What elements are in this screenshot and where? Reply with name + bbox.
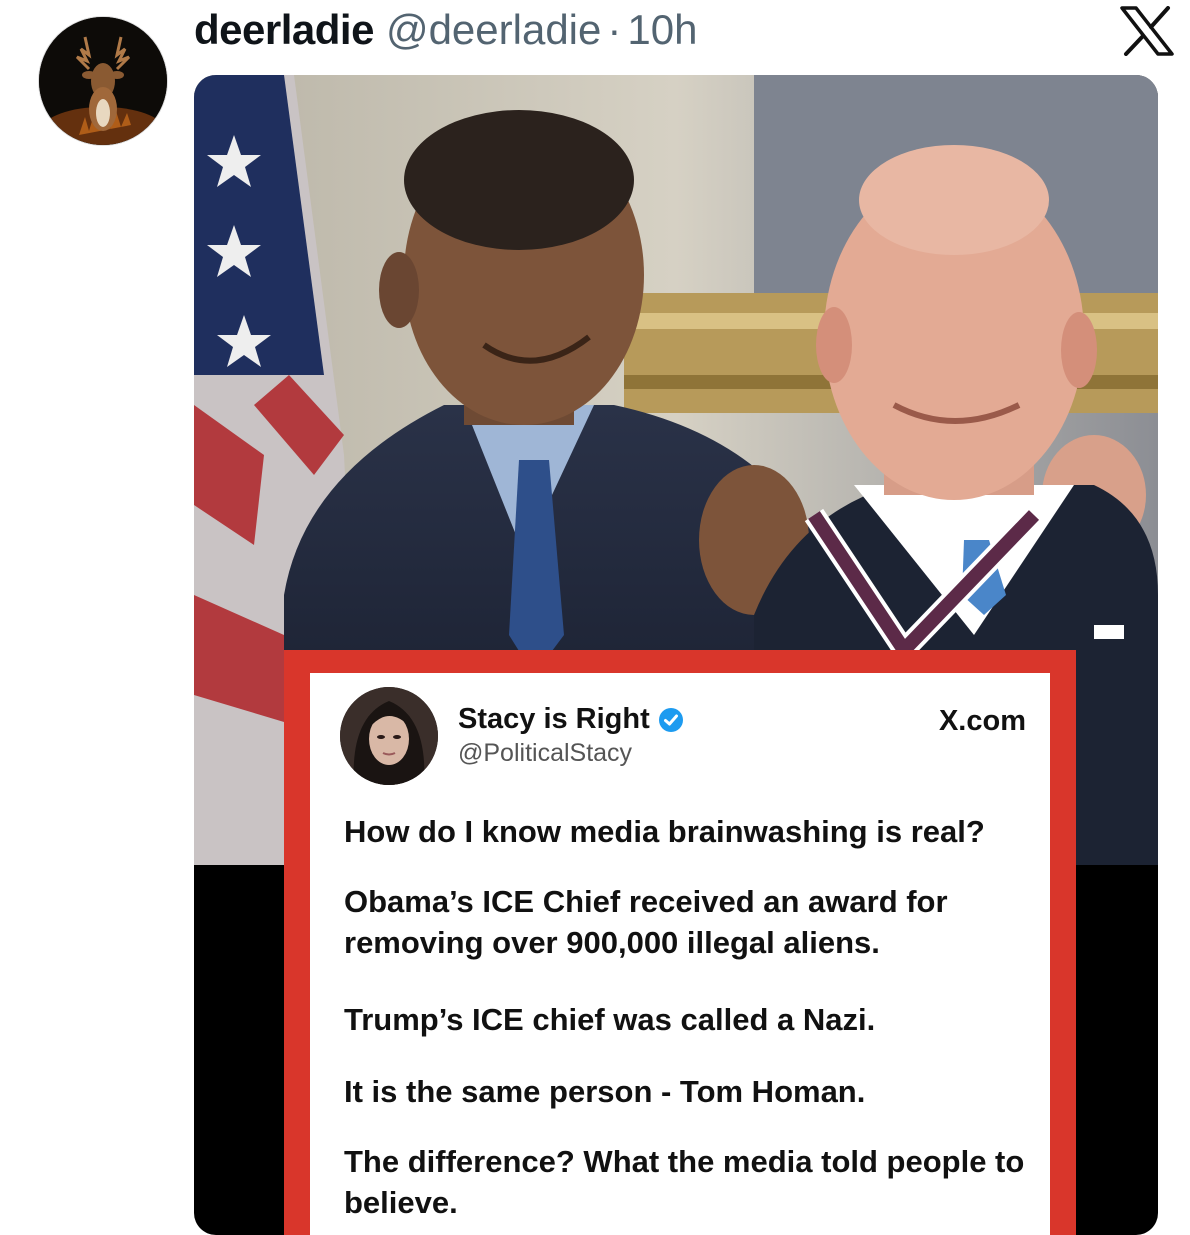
embedded-author-avatar [340, 687, 438, 785]
portrait-icon [340, 687, 438, 785]
tweet-media-image[interactable]: Stacy is Right @PoliticalStacy X.com How… [194, 75, 1158, 1235]
separator-dot: · [607, 6, 622, 53]
embedded-paragraph-5: The difference? What the media told peop… [344, 1144, 1025, 1220]
embedded-author-handle: @PoliticalStacy [458, 739, 633, 767]
author-display-name[interactable]: deerladie [194, 6, 374, 54]
embedded-paragraph-2: Obama’s ICE Chief received an award for … [344, 884, 948, 960]
embedded-paragraph-1: How do I know media brainwashing is real… [344, 814, 985, 849]
verified-badge-icon [658, 707, 683, 732]
embedded-author-name: Stacy is Right [458, 703, 684, 736]
embedded-paragraph-3: Trump’s ICE chief was called a Nazi. [344, 1002, 876, 1037]
embedded-site-label: X.com [938, 705, 1026, 737]
tweet-header: deerladie @deerladie · 10h [194, 6, 697, 53]
embedded-paragraph-4: It is the same person - Tom Homan. [344, 1074, 866, 1109]
embedded-post-card: Stacy is Right @PoliticalStacy X.com How… [310, 673, 1050, 1235]
tweet-timestamp[interactable]: 10h [627, 6, 697, 54]
author-handle[interactable]: @deerladie [386, 6, 601, 54]
embedded-author-name-text: Stacy is Right [458, 703, 650, 735]
author-avatar[interactable] [38, 16, 168, 146]
x-logo-icon [1120, 6, 1174, 56]
deer-icon [39, 17, 167, 145]
